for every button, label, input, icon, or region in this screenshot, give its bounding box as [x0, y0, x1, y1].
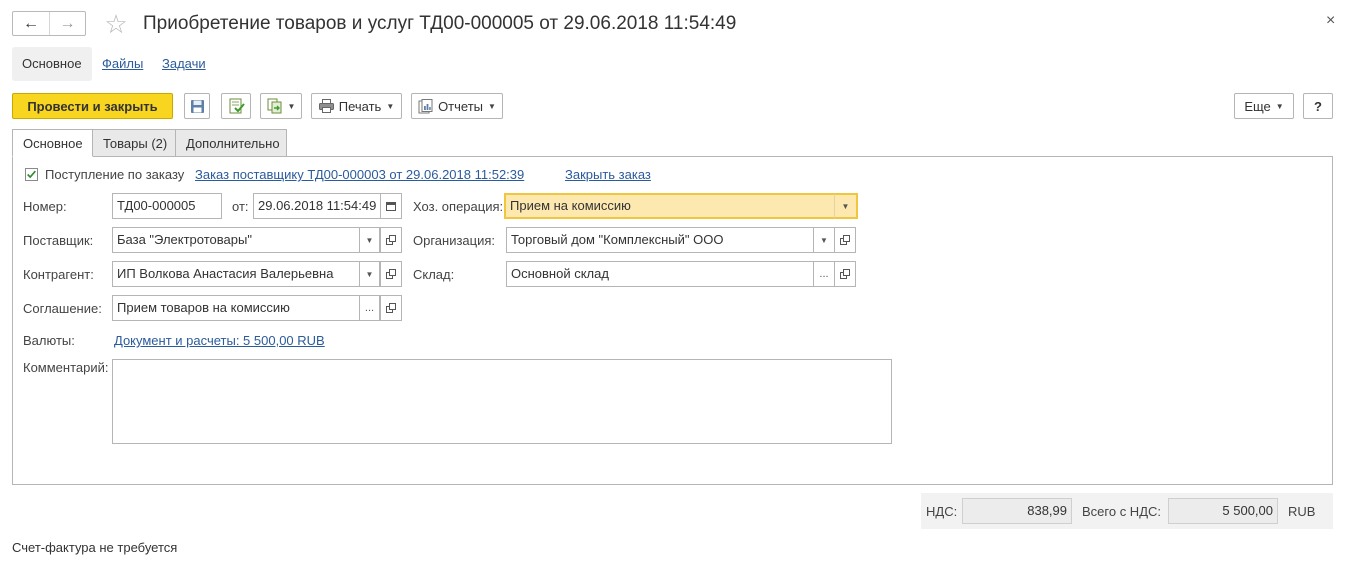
supplier-label: Поставщик: [23, 233, 94, 248]
organization-label: Организация: [413, 233, 496, 248]
agreement-field[interactable]: Прием товаров на комиссию [112, 295, 360, 321]
date-label: от: [232, 199, 249, 214]
warehouse-select-button[interactable]: ... [813, 261, 835, 287]
print-button[interactable]: Печать ▼ [311, 93, 402, 119]
arrow-right-icon: → [59, 14, 76, 32]
section-tab-files[interactable]: Файлы [92, 47, 153, 81]
comment-textarea[interactable] [112, 359, 892, 444]
page-title: Приобретение товаров и услуг ТД00-000005… [143, 13, 737, 34]
open-icon [840, 235, 850, 245]
agreement-open-button[interactable] [380, 295, 402, 321]
back-button[interactable]: ← [13, 12, 49, 35]
warehouse-open-button[interactable] [834, 261, 856, 287]
date-field[interactable]: 29.06.2018 11:54:49 [253, 193, 381, 219]
chevron-down-icon: ▼ [386, 101, 395, 111]
total-label: Всего с НДС: [1082, 504, 1162, 519]
help-button[interactable]: ? [1303, 93, 1333, 119]
checkmark-icon [27, 170, 36, 179]
supplier-open-button[interactable] [380, 227, 402, 253]
counterparty-label: Контрагент: [23, 267, 94, 282]
post-document-icon [229, 98, 245, 113]
favorite-star-button[interactable]: ☆ [102, 8, 130, 39]
supplier-dropdown-button[interactable]: ▼ [359, 227, 380, 253]
agreement-label: Соглашение: [23, 301, 102, 316]
arrow-left-icon: ← [23, 14, 39, 32]
files-link[interactable]: Файлы [102, 56, 143, 71]
open-icon [386, 269, 396, 279]
printer-icon [318, 99, 334, 113]
operation-dropdown-button[interactable]: ▼ [834, 193, 858, 219]
chevron-down-icon: ▼ [820, 235, 828, 245]
agreement-select-button[interactable]: ... [359, 295, 380, 321]
close-order-link[interactable]: Закрыть заказ [565, 167, 651, 182]
chevron-down-icon: ▼ [841, 201, 850, 211]
chevron-down-icon: ▼ [1275, 101, 1284, 111]
chevron-down-icon: ▼ [365, 269, 374, 279]
total-value: 5 500,00 [1168, 498, 1278, 524]
reports-icon [418, 98, 433, 113]
reports-button[interactable]: Отчеты ▼ [411, 93, 503, 119]
organization-dropdown-button[interactable]: ▼ [813, 227, 835, 253]
section-tab-tasks[interactable]: Задачи [152, 47, 216, 81]
warehouse-field[interactable]: Основной склад [506, 261, 814, 287]
create-based-icon [267, 98, 282, 114]
organization-open-button[interactable] [834, 227, 856, 253]
vat-label: НДС: [926, 504, 958, 519]
star-icon: ☆ [104, 8, 128, 39]
save-button[interactable] [184, 93, 210, 119]
section-tab-main[interactable]: Основное [12, 47, 92, 81]
tab-additional[interactable]: Дополнительно [175, 129, 287, 157]
reports-label: Отчеты [438, 98, 483, 114]
open-icon [386, 303, 396, 313]
history-nav: ← → [12, 11, 86, 36]
supplier-order-link[interactable]: Заказ поставщику ТД00-000003 от 29.06.20… [195, 167, 524, 182]
open-icon [386, 235, 396, 245]
number-label: Номер: [23, 199, 67, 214]
currency-link[interactable]: Документ и расчеты: 5 500,00 RUB [114, 333, 325, 348]
organization-field[interactable]: Торговый дом "Комплексный" ООО [506, 227, 814, 253]
tab-goods[interactable]: Товары (2) [92, 129, 176, 157]
more-button[interactable]: Еще ▼ [1234, 93, 1294, 119]
calendar-button[interactable] [380, 193, 402, 219]
currency-label: Валюты: [23, 333, 75, 348]
operation-label: Хоз. операция: [413, 199, 504, 214]
counterparty-open-button[interactable] [380, 261, 402, 287]
number-field[interactable]: ТД00-000005 [112, 193, 222, 219]
post-button[interactable] [221, 93, 251, 119]
tasks-link[interactable]: Задачи [162, 56, 206, 71]
create-based-on-button[interactable]: ▼ [260, 93, 302, 119]
forward-button[interactable]: → [49, 12, 85, 35]
currency-code: RUB [1288, 504, 1316, 519]
floppy-disk-icon [190, 99, 204, 113]
chevron-down-icon: ▼ [488, 101, 496, 111]
chevron-down-icon: ▼ [365, 235, 374, 245]
more-label: Еще [1244, 98, 1271, 114]
by-order-checkbox[interactable] [25, 168, 38, 181]
post-and-close-button[interactable]: Провести и закрыть [12, 93, 173, 119]
vat-value: 838,99 [962, 498, 1072, 524]
operation-field[interactable]: Прием на комиссию [504, 193, 836, 219]
counterparty-field[interactable]: ИП Волкова Анастасия Валерьевна [112, 261, 360, 287]
close-window-button[interactable]: × [1326, 12, 1335, 30]
close-icon: × [1326, 12, 1336, 29]
print-label: Печать [338, 98, 382, 114]
open-icon [840, 269, 850, 279]
warehouse-label: Склад: [413, 267, 455, 282]
by-order-label: Поступление по заказу [45, 167, 185, 182]
calendar-icon [386, 202, 396, 211]
supplier-field[interactable]: База "Электротовары" [112, 227, 360, 253]
chevron-down-icon: ▼ [287, 101, 296, 111]
comment-label: Комментарий: [23, 360, 109, 375]
invoice-status: Счет-фактура не требуется [12, 540, 178, 555]
tab-main[interactable]: Основное [12, 129, 93, 157]
counterparty-dropdown-button[interactable]: ▼ [359, 261, 380, 287]
